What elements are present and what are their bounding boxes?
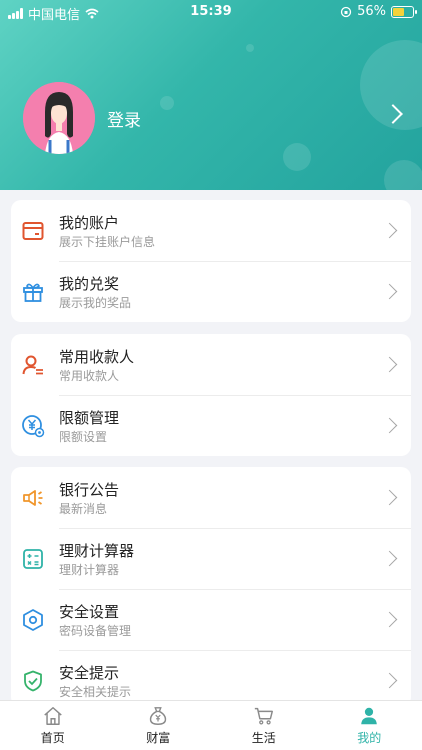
battery-percent: 56% (357, 4, 386, 19)
payee-icon (22, 355, 43, 375)
wallet-icon (22, 222, 44, 240)
shield-check-icon (24, 670, 42, 692)
tab-wealth[interactable]: 财富 (106, 701, 212, 750)
menu-item-title: 安全提示 (59, 664, 120, 682)
menu-item-subtitle: 安全相关提示 (59, 685, 132, 699)
menu-item-subtitle: 限额设置 (59, 430, 108, 444)
tab-mine[interactable]: 我的 (317, 701, 422, 750)
menu-item-title: 银行公告 (59, 481, 120, 499)
cart-icon (254, 707, 273, 725)
avatar-girl-icon (23, 82, 95, 154)
menu-item-subtitle: 理财计算器 (59, 563, 120, 577)
money-bag-icon (150, 707, 167, 725)
chevron-right-icon (381, 550, 398, 567)
menu-item-subtitle: 最新消息 (59, 502, 108, 516)
menu-item-bank-notices[interactable]: 银行公告 最新消息 (11, 467, 411, 528)
menu-item-financial-calculator[interactable]: 理财计算器 理财计算器 (11, 528, 411, 589)
menu-item-my-account[interactable]: 我的账户 展示下挂账户信息 (11, 200, 411, 261)
tab-life[interactable]: 生活 (211, 701, 317, 750)
menu-item-subtitle: 密码设备管理 (59, 624, 132, 638)
chevron-right-icon (381, 222, 398, 239)
menu-item-title: 我的兑奖 (59, 275, 120, 293)
status-bar: 中国电信 15:39 56% (0, 0, 422, 24)
calculator-icon (23, 549, 43, 569)
menu-item-my-prizes[interactable]: 我的兑奖 展示我的奖品 (11, 261, 411, 322)
menu-item-title: 理财计算器 (59, 542, 135, 560)
gift-icon (23, 283, 43, 302)
menu-item-limit-management[interactable]: 限额管理 限额设置 (11, 395, 411, 456)
menu-item-security-settings[interactable]: 安全设置 密码设备管理 (11, 589, 411, 650)
menu-group-account: 我的账户 展示下挂账户信息 我的兑奖 展示我的奖品 (11, 200, 411, 322)
menu-item-title: 安全设置 (59, 603, 120, 621)
tab-home[interactable]: 首页 (0, 701, 106, 750)
menu-group-transfer: 常用收款人 常用收款人 限额管理 限额设置 (11, 334, 411, 456)
bottom-tab-bar: 首页 财富 生活 我的 (0, 700, 422, 750)
menu-item-subtitle: 展示我的奖品 (59, 296, 132, 310)
chevron-right-icon (381, 417, 398, 434)
limit-icon (22, 415, 45, 438)
chevron-right-icon (381, 672, 398, 689)
avatar[interactable] (23, 82, 95, 154)
profile-header: 中国电信 15:39 56% 登录 (0, 0, 422, 190)
tab-label: 生活 (251, 731, 276, 745)
chevron-right-icon (381, 283, 398, 300)
tab-label: 首页 (40, 731, 65, 745)
tab-label: 我的 (357, 731, 382, 745)
login-area[interactable]: 登录 (23, 82, 141, 154)
chevron-right-icon (381, 611, 398, 628)
menu-group-tools: 银行公告 最新消息 理财计算器 理财计算器 安全设置 密码设备管理 安全提示 安… (11, 467, 411, 707)
chevron-right-icon (381, 489, 398, 506)
menu-item-title: 常用收款人 (59, 348, 135, 366)
menu-item-title: 我的账户 (59, 214, 120, 232)
person-icon (361, 707, 378, 725)
menu-item-payees[interactable]: 常用收款人 常用收款人 (11, 334, 411, 395)
chevron-right-icon (381, 356, 398, 373)
battery-icon (391, 5, 417, 18)
login-label[interactable]: 登录 (107, 106, 141, 131)
menu-item-subtitle: 常用收款人 (59, 369, 120, 383)
tab-label: 财富 (146, 731, 171, 745)
home-icon (44, 707, 62, 725)
megaphone-icon (23, 490, 43, 506)
menu-item-title: 限额管理 (59, 409, 120, 427)
menu-item-subtitle: 展示下挂账户信息 (59, 235, 156, 249)
menu-item-security-tips[interactable]: 安全提示 安全相关提示 (11, 650, 411, 707)
hexagon-settings-icon (23, 609, 43, 631)
orientation-lock-icon (340, 6, 352, 17)
